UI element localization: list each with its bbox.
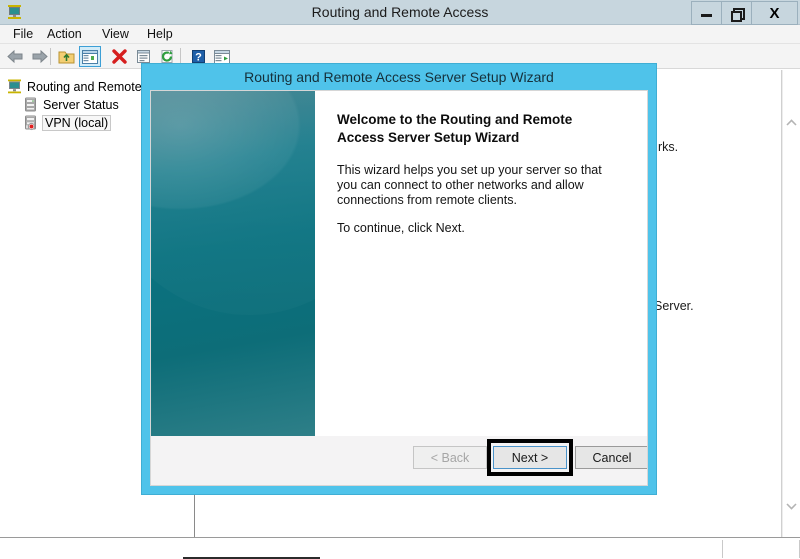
wizard-continue-hint: To continue, click Next. [337,221,465,235]
tree-item-label: Routing and Remote A [27,79,153,94]
back-button[interactable]: < Back [413,446,487,469]
dialog-button-bar: < Back Next > Cancel [151,436,647,485]
console-root-icon [6,79,23,95]
minimize-button[interactable] [691,1,722,25]
cancel-button[interactable]: Cancel [575,446,647,469]
menu-help[interactable]: Help [140,25,180,44]
next-button[interactable]: Next > [493,446,567,469]
restore-button[interactable] [721,1,752,25]
show-console-tree-button[interactable] [79,46,101,67]
wizard-heading: Welcome to the Routing and Remote Access… [337,112,573,145]
menu-bar: File Action View Help [0,25,800,44]
forward-button[interactable] [28,46,50,67]
server-icon [22,97,39,113]
tree-item-vpn-local[interactable]: VPN (local) [22,114,112,131]
wizard-banner-image [151,91,315,436]
back-button[interactable] [4,46,26,67]
routing-and-remote-access-window: Routing and Remote Access X File Action … [0,0,800,559]
menu-view[interactable]: View [95,25,136,44]
toolbar-separator [180,48,181,65]
tree-item-label: Server Status [43,97,119,112]
dialog-title: Routing and Remote Access Server Setup W… [244,69,554,85]
dialog-body: Welcome to the Routing and Remote Access… [150,90,648,486]
svg-text:?: ? [195,51,202,63]
up-one-level-button[interactable] [56,46,78,67]
tree-item-label: VPN (local) [42,114,112,131]
wizard-content: Welcome to the Routing and Remote Access… [315,91,647,436]
menu-file[interactable]: File [6,25,40,44]
tree-item-server-status[interactable]: Server Status [22,96,119,113]
window-titlebar: Routing and Remote Access X [0,0,800,25]
chevron-down-icon[interactable] [783,498,800,515]
toolbar-separator [50,48,51,65]
chevron-up-icon[interactable] [783,114,800,131]
vertical-scrollbar[interactable] [782,70,800,537]
setup-wizard-dialog: Routing and Remote Access Server Setup W… [142,64,656,494]
tree-item-routing-and-remote-access[interactable]: Routing and Remote A [6,78,153,95]
status-bar [0,537,800,559]
details-text-fragment: Server. [654,299,694,313]
close-button[interactable]: X [751,1,798,25]
details-text-fragment: rks. [658,140,679,154]
window-title: Routing and Remote Access [311,4,489,20]
window-controls: X [691,1,798,25]
wizard-description: This wizard helps you set up your server… [337,163,602,207]
vpn-server-icon [22,115,39,131]
delete-button[interactable] [108,46,130,67]
status-bar-separator [722,540,723,558]
menu-action[interactable]: Action [40,25,89,44]
